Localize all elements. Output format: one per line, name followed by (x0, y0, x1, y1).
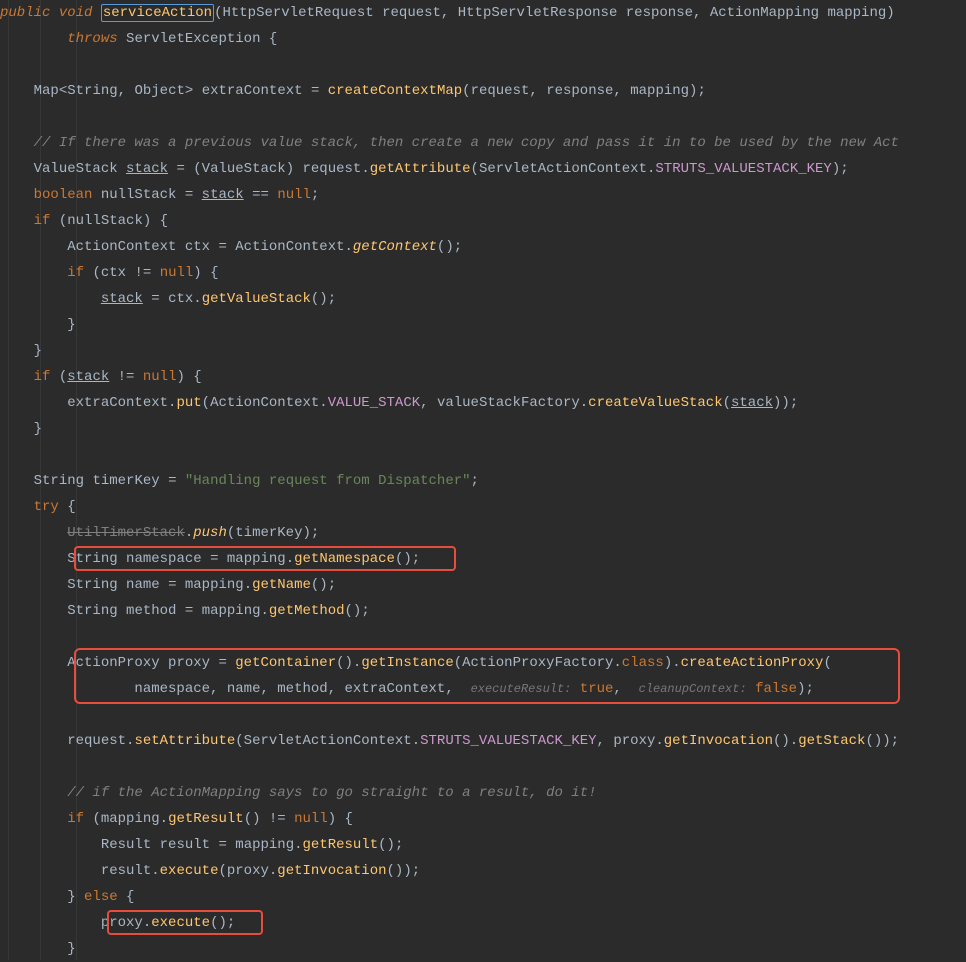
keyword-void: void (59, 5, 93, 21)
keyword-public: public (0, 5, 50, 21)
comment: // if the ActionMapping says to go strai… (67, 785, 596, 801)
keyword-throws: throws (67, 31, 117, 47)
method-name-highlighted[interactable]: serviceAction (101, 4, 214, 22)
code-block[interactable]: public void serviceAction(HttpServletReq… (0, 0, 966, 962)
comment: // If there was a previous value stack, … (34, 135, 899, 151)
